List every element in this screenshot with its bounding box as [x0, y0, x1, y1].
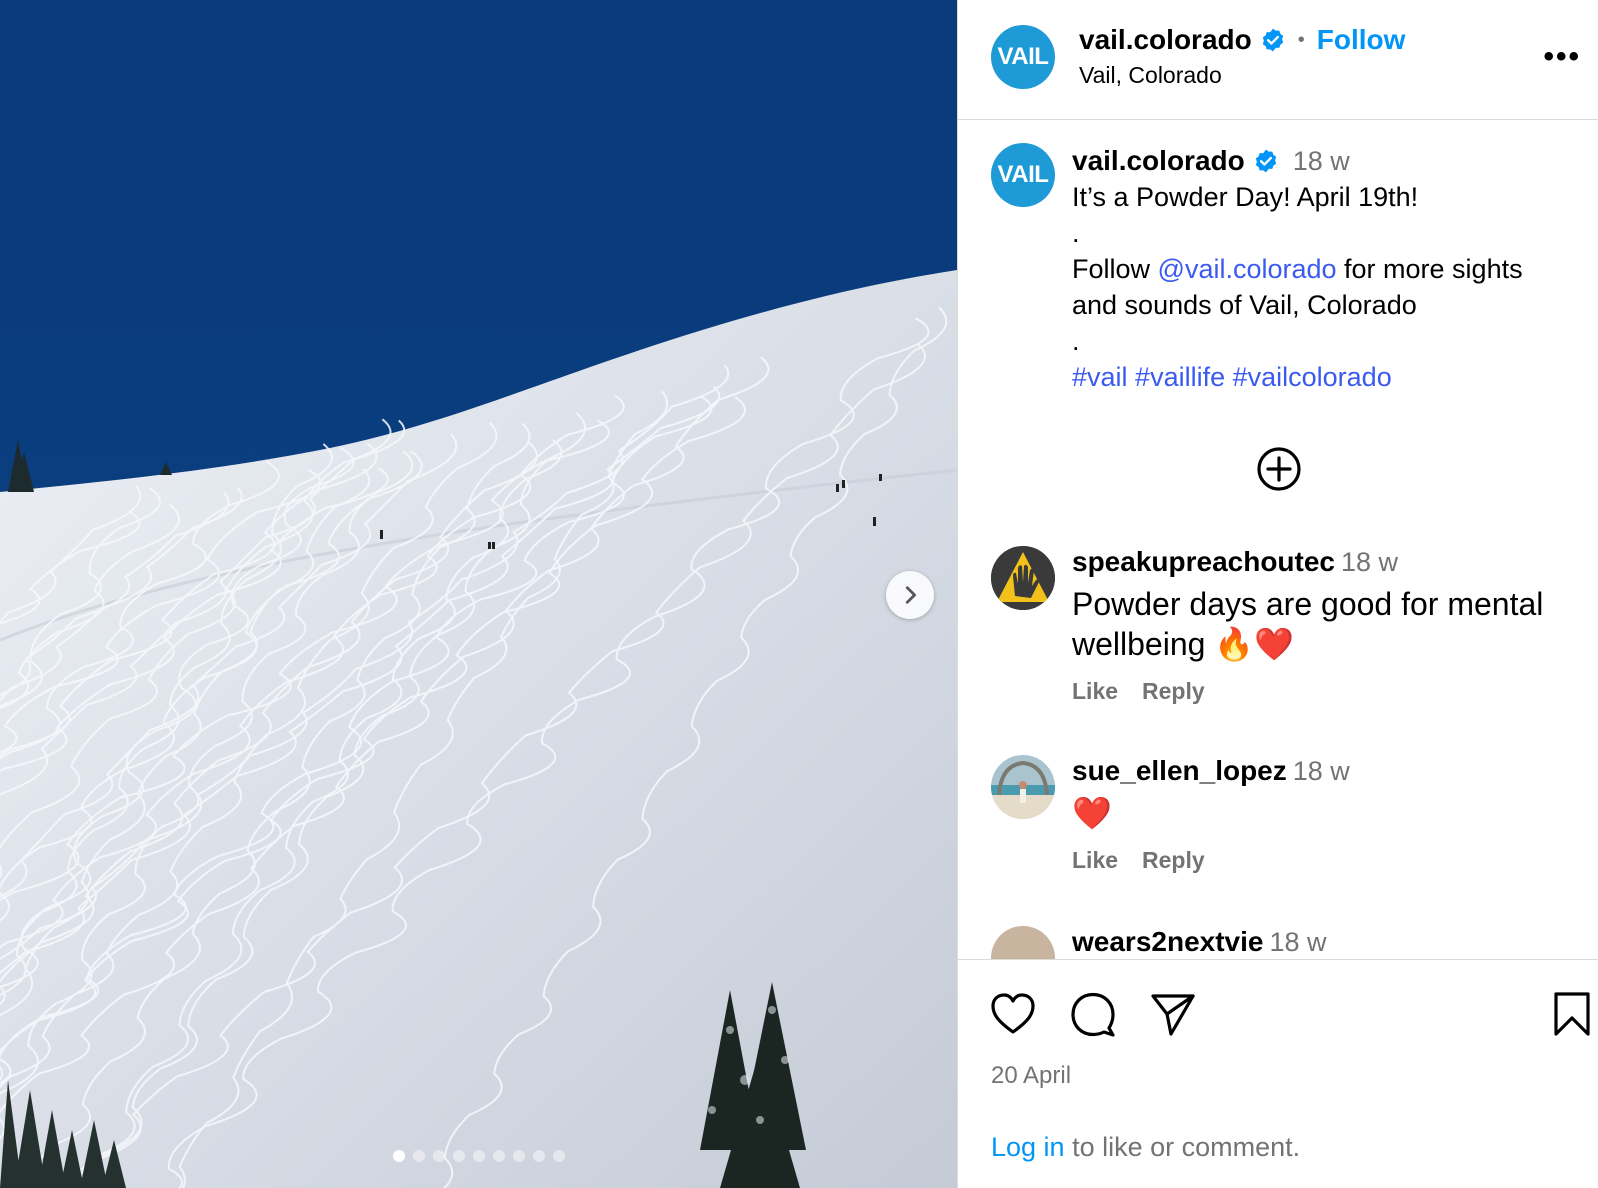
- carousel-dot: [452, 1150, 465, 1162]
- comment-header: speakupreachoutec 18 w: [1072, 546, 1572, 584]
- comment-time[interactable]: 18 w: [1341, 547, 1398, 578]
- comment-time[interactable]: 18 w: [1293, 756, 1350, 787]
- comment-icon[interactable]: [1069, 990, 1117, 1038]
- author-line: vail.colorado • Follow: [1079, 24, 1405, 56]
- carousel-dot: [532, 1150, 545, 1162]
- comment-body: speakupreachoutec 18 w Powder days are g…: [1072, 546, 1572, 705]
- comment-header: sue_ellen_lopez 18 w: [1072, 755, 1572, 793]
- caption-time[interactable]: 18 w: [1293, 146, 1350, 177]
- verified-badge-icon: [1255, 149, 1276, 173]
- caption-text: It’s a Powder Day! April 19th! . Follow …: [1072, 179, 1572, 395]
- login-prompt-text: to like or comment.: [1064, 1132, 1301, 1162]
- separator-dot: •: [1297, 28, 1305, 51]
- comment-time[interactable]: 18 w: [1269, 927, 1326, 958]
- hashtag-link[interactable]: #vailcolorado: [1233, 362, 1392, 392]
- avatar-logo-text: VAIL: [997, 43, 1049, 70]
- caption-author-avatar[interactable]: VAIL: [991, 143, 1055, 207]
- comment-body: sue_ellen_lopez 18 w ❤️ Like Reply: [1072, 755, 1572, 874]
- hashtag-link[interactable]: #vaillife: [1135, 362, 1225, 392]
- login-prompt: Log in to like or comment.: [991, 1132, 1300, 1163]
- comments-scroll-area[interactable]: VAIL vail.colorado 18 w It’s a Powder Da…: [958, 121, 1598, 959]
- hand-logo-avatar: [991, 546, 1055, 610]
- comment-actions: Like Reply: [1072, 678, 1572, 705]
- post-media[interactable]: [0, 0, 957, 1188]
- caption-username[interactable]: vail.colorado: [1072, 145, 1245, 177]
- next-slide-button[interactable]: [886, 571, 934, 619]
- comment-header: wears2nextvie 18 w: [1072, 926, 1572, 959]
- ski-slope-photo: [0, 0, 957, 1188]
- carousel-dot: [552, 1150, 565, 1162]
- heart-icon[interactable]: [989, 990, 1037, 1038]
- bookmark-icon[interactable]: [1548, 990, 1596, 1038]
- post-date[interactable]: 20 April: [991, 1062, 1071, 1090]
- carousel-dot: [472, 1150, 485, 1162]
- carousel-dot: [492, 1150, 505, 1162]
- verified-badge-icon: [1262, 28, 1283, 52]
- login-link[interactable]: Log in: [991, 1132, 1065, 1162]
- comment-username[interactable]: speakupreachoutec: [1072, 546, 1335, 578]
- caption-header: vail.colorado 18 w: [1072, 143, 1572, 179]
- post-footer: 20 April Log in to like or comment.: [958, 959, 1598, 1188]
- caption-dot: .: [1072, 326, 1080, 356]
- caption-body: vail.colorado 18 w It’s a Powder Day! Ap…: [1072, 143, 1572, 395]
- instagram-post-view: VAIL vail.colorado • Follow Vail, Colora…: [0, 0, 1598, 1188]
- commenter-avatar[interactable]: [991, 755, 1055, 819]
- author-username[interactable]: vail.colorado: [1079, 24, 1252, 56]
- post-location[interactable]: Vail, Colorado: [1079, 62, 1222, 89]
- avatar-logo-text: VAIL: [997, 161, 1049, 188]
- author-avatar[interactable]: VAIL: [991, 25, 1055, 89]
- like-comment-button[interactable]: Like: [1072, 847, 1118, 874]
- comment-text: Powder days are good for mental wellbein…: [1072, 586, 1544, 662]
- follow-button[interactable]: Follow: [1317, 24, 1406, 56]
- caption-follow-prefix: Follow: [1072, 254, 1158, 284]
- comment-body: wears2nextvie 18 w: [1072, 926, 1572, 959]
- hashtag-link[interactable]: #vail: [1072, 362, 1128, 392]
- carousel-dot: [392, 1150, 405, 1162]
- commenter-avatar[interactable]: [991, 546, 1055, 610]
- add-comment-plus-icon[interactable]: [1255, 445, 1303, 493]
- chevron-right-icon: [905, 586, 916, 604]
- comment-username[interactable]: sue_ellen_lopez: [1072, 755, 1287, 787]
- like-comment-button[interactable]: Like: [1072, 678, 1118, 705]
- caption-line: It’s a Powder Day! April 19th!: [1072, 182, 1419, 212]
- share-icon[interactable]: [1149, 990, 1197, 1038]
- caption-follow-line: Follow @vail.colorado for more sights an…: [1072, 251, 1572, 323]
- comment-text: ❤️: [1072, 795, 1112, 831]
- carousel-indicator: [0, 1150, 957, 1162]
- post-sidebar: VAIL vail.colorado • Follow Vail, Colora…: [957, 0, 1598, 1188]
- hashtags: #vail #vaillife #vailcolorado: [1072, 359, 1572, 395]
- more-options-icon[interactable]: •••: [1543, 40, 1581, 74]
- reply-button[interactable]: Reply: [1142, 847, 1205, 874]
- carousel-dot: [512, 1150, 525, 1162]
- commenter-avatar[interactable]: [991, 926, 1055, 959]
- mention-link[interactable]: @vail.colorado: [1158, 254, 1337, 284]
- carousel-dot: [412, 1150, 425, 1162]
- comment-username[interactable]: wears2nextvie: [1072, 926, 1263, 958]
- carousel-dot: [432, 1150, 445, 1162]
- comment-actions: Like Reply: [1072, 847, 1572, 874]
- post-header: VAIL vail.colorado • Follow Vail, Colora…: [958, 0, 1598, 120]
- beach-photo-avatar: [991, 755, 1055, 819]
- caption-dot: .: [1072, 218, 1080, 248]
- reply-button[interactable]: Reply: [1142, 678, 1205, 705]
